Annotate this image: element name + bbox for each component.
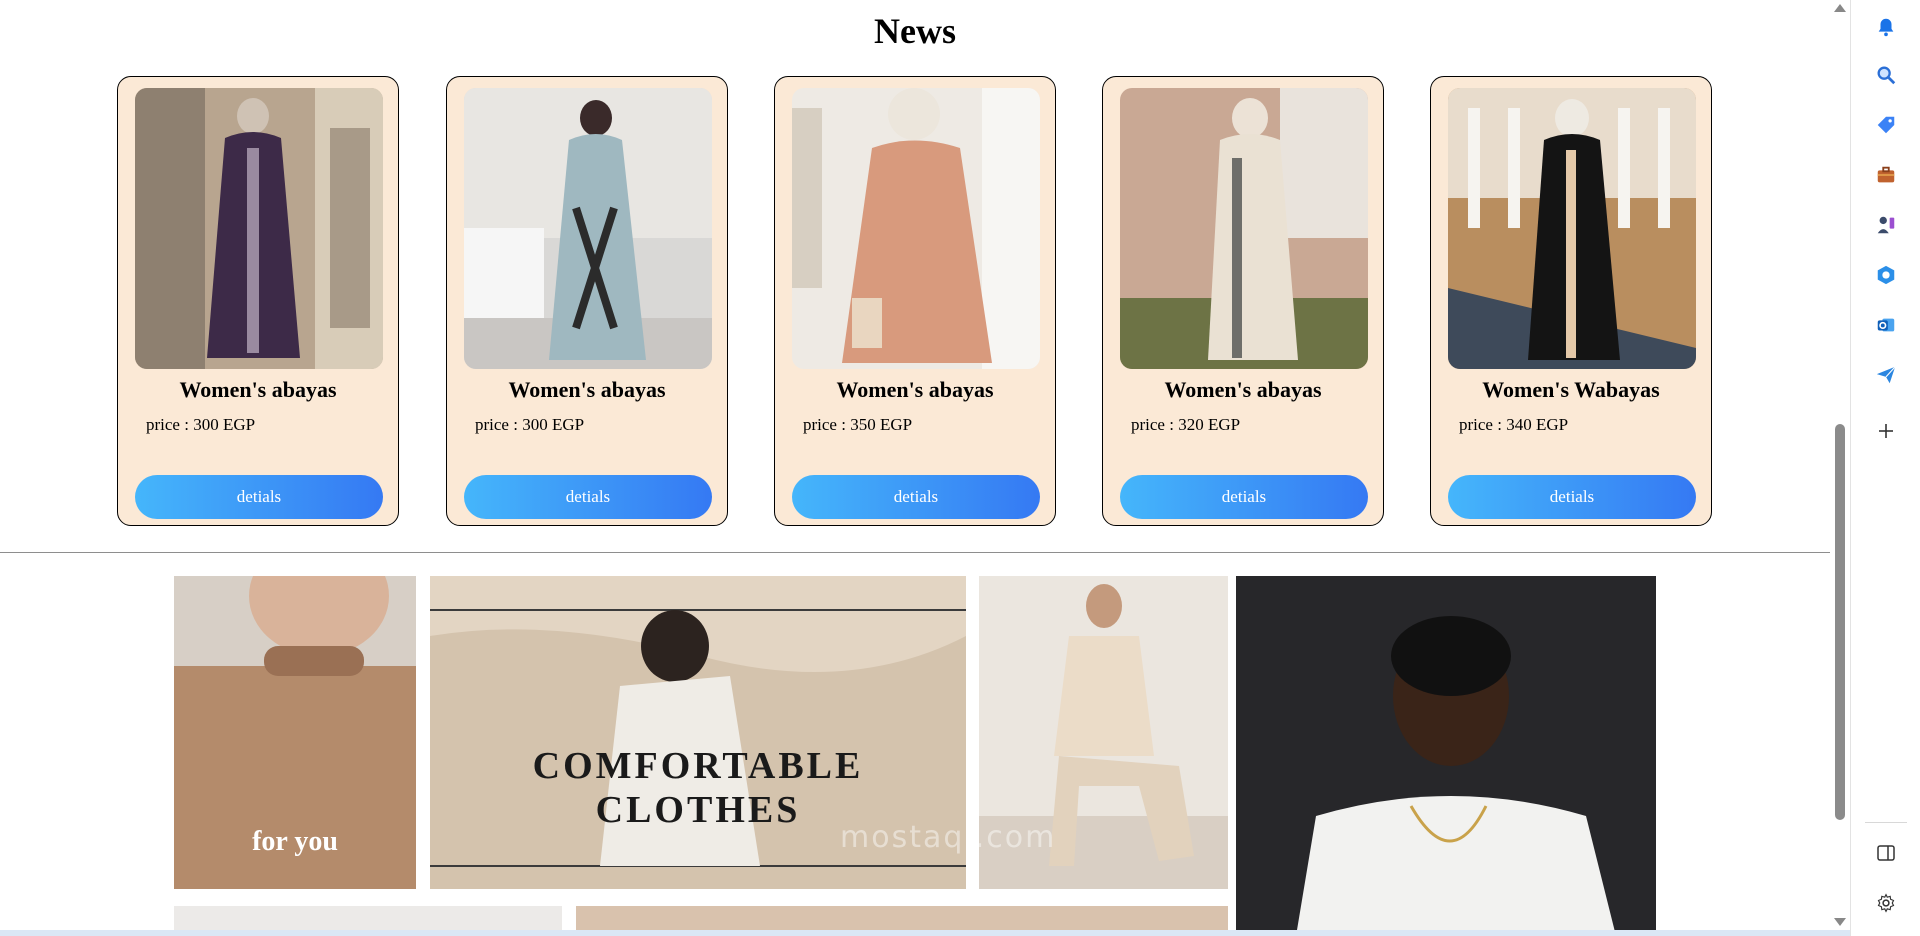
games-icon[interactable] xyxy=(1871,210,1901,240)
search-icon[interactable] xyxy=(1871,60,1901,90)
banner-collage: for you COMFORTABLE CLOTHES xyxy=(174,576,1656,936)
banner-headline-line1: COMFORTABLE xyxy=(532,745,864,787)
product-image[interactable] xyxy=(792,88,1040,369)
product-name: Women's abayas xyxy=(508,377,666,402)
page-content: News Women's abayas price : 300 EGP deti… xyxy=(0,0,1830,936)
product-price: price : 320 EGP xyxy=(1131,415,1241,434)
browser-sidebar xyxy=(1850,0,1920,936)
product-image[interactable] xyxy=(135,88,383,369)
section-title: News xyxy=(874,11,956,51)
outlook-icon[interactable] xyxy=(1871,310,1901,340)
product-image[interactable] xyxy=(1448,88,1696,369)
details-button[interactable]: detials xyxy=(464,475,712,519)
scroll-up-arrow-icon[interactable] xyxy=(1834,4,1846,12)
product-price: price : 300 EGP xyxy=(475,415,585,434)
product-name: Women's abayas xyxy=(179,377,337,402)
details-button[interactable]: detials xyxy=(792,475,1040,519)
bell-icon[interactable] xyxy=(1871,12,1901,42)
send-icon[interactable] xyxy=(1871,360,1901,390)
product-name: Women's abayas xyxy=(836,377,994,402)
briefcase-icon[interactable] xyxy=(1871,160,1901,190)
watermark-text: mostaql.com xyxy=(840,820,1057,855)
product-price: price : 350 EGP xyxy=(803,415,913,434)
product-image[interactable] xyxy=(1120,88,1368,369)
banner-image-sweater: for you xyxy=(174,576,416,889)
window-bottom-edge xyxy=(0,930,1850,936)
product-card: Women's abayas price : 300 EGP detials xyxy=(446,76,728,526)
scroll-down-arrow-icon[interactable] xyxy=(1834,918,1846,926)
product-card: Women's abayas price : 320 EGP detials xyxy=(1102,76,1384,526)
product-image[interactable] xyxy=(464,88,712,369)
plus-icon[interactable] xyxy=(1871,416,1901,446)
section-divider xyxy=(0,552,1830,553)
split-view-icon[interactable] xyxy=(1871,838,1901,868)
product-price: price : 340 EGP xyxy=(1459,415,1569,434)
product-card: Women's Wabayas price : 340 EGP detials xyxy=(1430,76,1712,526)
details-button[interactable]: detials xyxy=(135,475,383,519)
product-card: Women's abayas price : 350 EGP detials xyxy=(774,76,1056,526)
settings-icon[interactable] xyxy=(1871,888,1901,918)
sidebar-separator xyxy=(1865,822,1907,823)
details-button[interactable]: detials xyxy=(1448,475,1696,519)
tag-icon[interactable] xyxy=(1871,110,1901,140)
details-button[interactable]: detials xyxy=(1120,475,1368,519)
banner-image-man-tshirt xyxy=(1236,576,1656,936)
product-name: Women's Wabayas xyxy=(1482,377,1660,402)
copilot-icon[interactable] xyxy=(1871,260,1901,290)
product-price: price : 300 EGP xyxy=(146,415,256,434)
scrollbar-thumb[interactable] xyxy=(1835,424,1845,820)
banner-tagline: for you xyxy=(252,826,338,857)
product-name: Women's abayas xyxy=(1164,377,1322,402)
page-scrollbar[interactable] xyxy=(1830,0,1850,936)
banner-headline: COMFORTABLE CLOTHES xyxy=(430,744,966,832)
product-card: Women's abayas price : 300 EGP detials xyxy=(117,76,399,526)
